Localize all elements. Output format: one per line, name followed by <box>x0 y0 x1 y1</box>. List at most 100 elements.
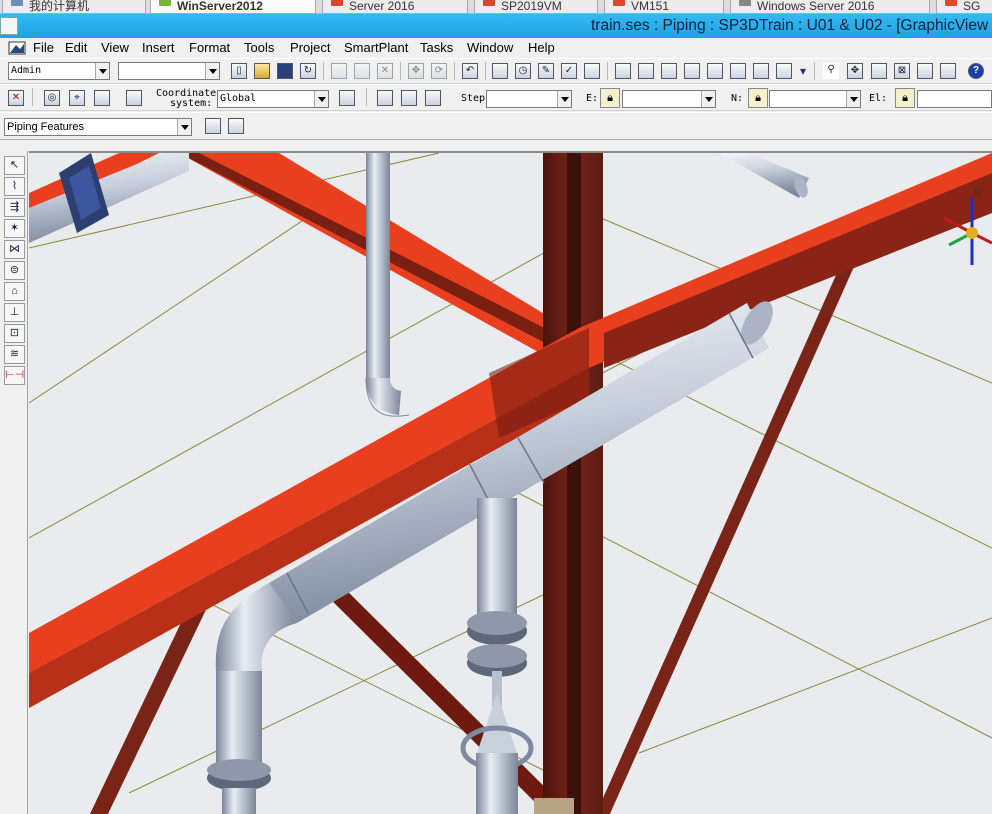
feature-button-1[interactable] <box>203 116 223 136</box>
host-tab-sg[interactable]: SG <box>936 0 992 14</box>
connect-button[interactable]: ⊡ <box>4 324 25 343</box>
insert-specialty-button[interactable]: ✶ <box>4 219 25 238</box>
chevron-down-icon[interactable] <box>177 119 191 135</box>
elevation-lock-button[interactable]: 🔒︎ <box>895 88 915 108</box>
insert-tap-button[interactable]: ⋈ <box>4 240 25 259</box>
menu-tools[interactable]: Tools <box>244 40 274 55</box>
host-tab-label: VM151 <box>631 0 670 13</box>
feature-button-2[interactable] <box>226 116 246 136</box>
model-canvas[interactable]: El <box>29 153 992 814</box>
document-icon[interactable] <box>8 40 26 56</box>
vm-icon <box>613 0 625 6</box>
chevron-down-icon: ▾ <box>799 64 807 78</box>
tool-button-2[interactable]: ◷ <box>513 61 533 81</box>
zoom-button[interactable]: ⚲ <box>821 61 841 81</box>
host-tab-sp2019vm[interactable]: SP2019VM <box>474 0 598 14</box>
graphic-view[interactable]: El <box>29 151 992 814</box>
feature-type-select[interactable]: Piping Features <box>4 118 192 136</box>
coordinate-system-select[interactable]: Global <box>217 90 329 108</box>
chevron-down-icon[interactable] <box>846 91 860 107</box>
refresh-button[interactable]: ↻ <box>298 61 318 81</box>
view-button-2[interactable] <box>636 61 656 81</box>
open-folder-icon <box>254 63 270 79</box>
spool-button[interactable]: ≋ <box>4 345 25 364</box>
host-tab-server2016[interactable]: Server 2016 <box>322 0 468 14</box>
paste-button[interactable] <box>352 61 372 81</box>
insert-split-button[interactable]: ⊥ <box>4 303 25 322</box>
select-view-button[interactable] <box>938 61 958 81</box>
properties-button[interactable] <box>124 88 144 108</box>
coordinate-system-tool-button[interactable] <box>337 88 357 108</box>
menu-view[interactable]: View <box>101 40 129 55</box>
route-pipe-button[interactable]: ⌇ <box>4 177 25 196</box>
insert-instrument-button[interactable]: ⊜ <box>4 261 25 280</box>
vm-icon <box>483 0 495 6</box>
view-button-4[interactable] <box>682 61 702 81</box>
menu-project[interactable]: Project <box>290 40 330 55</box>
host-tab-windows-server-2016[interactable]: Windows Server 2016 <box>730 0 930 14</box>
view-button-6[interactable] <box>728 61 748 81</box>
save-button[interactable] <box>275 61 295 81</box>
view-button-8[interactable] <box>774 61 794 81</box>
view-style-icon <box>776 63 792 79</box>
north-lock-button[interactable]: 🔒︎ <box>748 88 768 108</box>
insert-component-button[interactable]: ⇶ <box>4 198 25 217</box>
menu-window[interactable]: Window <box>467 40 513 55</box>
pan-button[interactable]: ✥ <box>845 61 865 81</box>
chevron-down-icon[interactable] <box>95 63 109 79</box>
rotate-view-button[interactable] <box>915 61 935 81</box>
elevation-coordinate-input[interactable] <box>917 90 992 108</box>
rotate-button[interactable]: ⟳ <box>429 61 449 81</box>
host-tab-my-computer[interactable]: 我的计算机 <box>2 0 146 14</box>
view-button-1[interactable] <box>613 61 633 81</box>
select-tool-button[interactable]: ↖ <box>4 156 25 175</box>
north-coordinate-input[interactable] <box>769 90 861 108</box>
pinpoint-button[interactable]: ⌖ <box>67 88 87 108</box>
copy-button[interactable] <box>329 61 349 81</box>
insert-support-button[interactable]: ⌂ <box>4 282 25 301</box>
host-tab-winserver2012[interactable]: WinServer2012 <box>150 0 316 14</box>
menu-edit[interactable]: Edit <box>65 40 87 55</box>
view-button-5[interactable] <box>705 61 725 81</box>
chevron-down-icon[interactable] <box>701 91 715 107</box>
chevron-down-icon[interactable] <box>205 63 219 79</box>
fit-button[interactable]: ⊠ <box>892 61 912 81</box>
menu-tasks[interactable]: Tasks <box>420 40 453 55</box>
undo-icon: ↶ <box>462 63 478 79</box>
step-select[interactable] <box>486 90 572 108</box>
cancel-command-button[interactable]: ✕ <box>6 88 26 108</box>
menu-format[interactable]: Format <box>189 40 230 55</box>
smart-sketch-button[interactable] <box>92 88 112 108</box>
plane-button-1[interactable] <box>375 88 395 108</box>
new-button[interactable]: ▯ <box>229 61 249 81</box>
east-coordinate-input[interactable] <box>622 90 716 108</box>
menu-help[interactable]: Help <box>528 40 555 55</box>
plane-button-3[interactable] <box>423 88 443 108</box>
dimension-button[interactable]: ⊢⊣ <box>4 366 25 385</box>
locate-filter-button[interactable]: ◎ <box>42 88 62 108</box>
chevron-down-icon[interactable] <box>314 91 328 107</box>
open-button[interactable] <box>252 61 272 81</box>
command-palette: ↖ ⌇ ⇶ ✶ ⋈ ⊜ ⌂ ⊥ ⊡ ≋ ⊢⊣ <box>0 151 28 814</box>
host-tab-vm151[interactable]: VM151 <box>604 0 724 14</box>
view-button-7[interactable] <box>751 61 771 81</box>
tool-button-5[interactable] <box>582 61 602 81</box>
view-dropdown[interactable]: ▾ <box>796 61 810 81</box>
tool-button-1[interactable] <box>490 61 510 81</box>
view-button-3[interactable] <box>659 61 679 81</box>
menu-insert[interactable]: Insert <box>142 40 175 55</box>
filter-select[interactable] <box>118 62 220 80</box>
east-lock-button[interactable]: 🔒︎ <box>600 88 620 108</box>
undo-button[interactable]: ↶ <box>460 61 480 81</box>
workspace-select[interactable]: Admin <box>8 62 110 80</box>
zoom-area-button[interactable] <box>869 61 889 81</box>
chevron-down-icon[interactable] <box>557 91 571 107</box>
plane-button-2[interactable] <box>399 88 419 108</box>
menu-file[interactable]: File <box>33 40 54 55</box>
help-button[interactable]: ? <box>966 61 986 81</box>
move-button[interactable]: ✥ <box>406 61 426 81</box>
tool-button-4[interactable]: ✓ <box>559 61 579 81</box>
tool-button-3[interactable]: ✎ <box>536 61 556 81</box>
menu-smartplant[interactable]: SmartPlant <box>344 40 408 55</box>
delete-button[interactable]: ✕ <box>375 61 395 81</box>
